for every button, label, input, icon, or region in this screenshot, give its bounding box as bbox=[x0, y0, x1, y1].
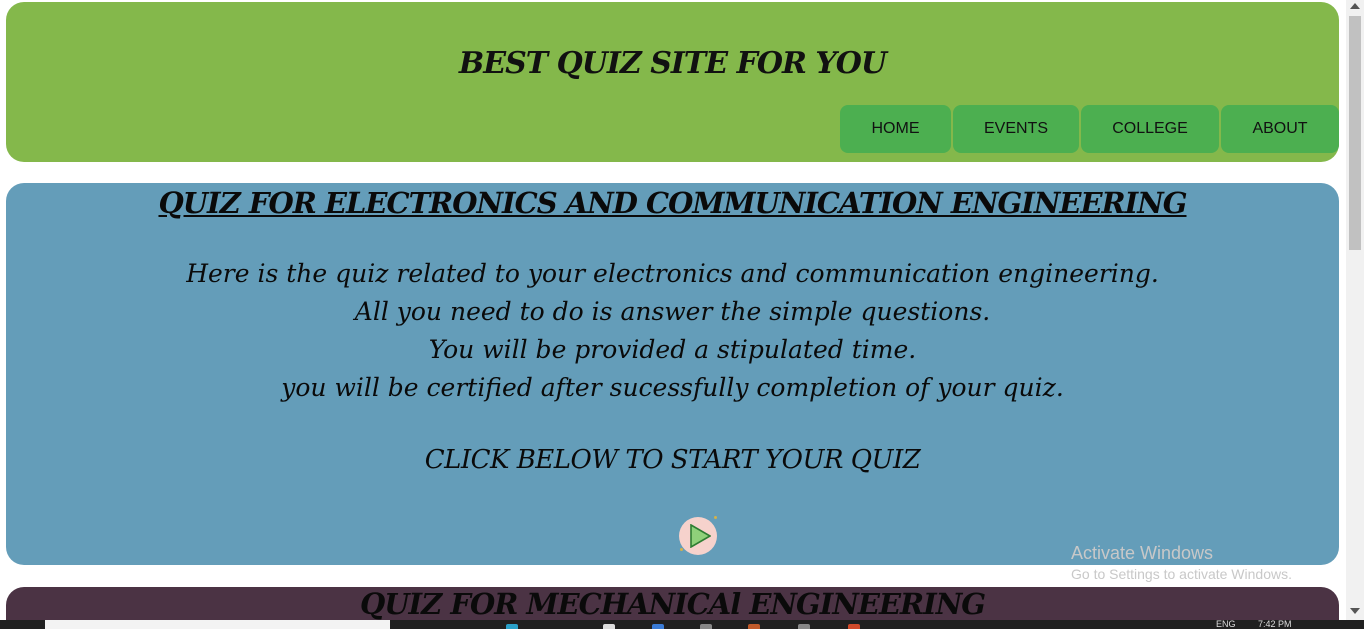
watermark-title: Activate Windows bbox=[1071, 543, 1214, 563]
windows-taskbar: ENG 7:42 PM bbox=[0, 620, 1364, 629]
nav-college-button[interactable]: COLLEGE bbox=[1081, 105, 1219, 153]
site-title: BEST QUIZ SITE FOR YOU bbox=[458, 46, 887, 81]
nav-home-button[interactable]: HOME bbox=[840, 105, 951, 153]
scrollbar-thumb[interactable] bbox=[1349, 16, 1361, 250]
site-header: BEST QUIZ SITE FOR YOU HOME EVENTS COLLE… bbox=[6, 2, 1339, 162]
activate-windows-watermark: Activate Windows Go to Settings to activ… bbox=[1071, 543, 1292, 582]
sparkle-icon bbox=[714, 516, 717, 519]
description-line: You will be provided a stipulated time. bbox=[428, 335, 917, 364]
taskbar-app-icon[interactable] bbox=[700, 624, 712, 629]
start-quiz-cta: CLICK BELOW TO START YOUR QUIZ bbox=[424, 445, 921, 475]
sparkle-icon bbox=[680, 548, 683, 551]
taskbar-clock[interactable]: 7:42 PM bbox=[1258, 620, 1292, 629]
ece-quiz-title: QUIZ FOR ELECTRONICS AND COMMUNICATION E… bbox=[158, 186, 1187, 220]
start-quiz-button[interactable] bbox=[679, 517, 717, 555]
scroll-up-arrow-icon[interactable] bbox=[1350, 3, 1360, 9]
nav-about-button[interactable]: ABOUT bbox=[1221, 105, 1339, 153]
main-nav: HOME EVENTS COLLEGE ABOUT bbox=[838, 105, 1339, 153]
taskbar-app-icon[interactable] bbox=[848, 624, 860, 629]
taskbar-app-icon[interactable] bbox=[506, 624, 518, 629]
taskbar-search-box[interactable] bbox=[45, 620, 390, 629]
description-line: All you need to do is answer the simple … bbox=[354, 297, 991, 326]
watermark-subtitle: Go to Settings to activate Windows. bbox=[1071, 566, 1292, 582]
mech-quiz-title: QUIZ FOR MECHANICAl ENGINEERING bbox=[360, 587, 986, 621]
ece-quiz-card: QUIZ FOR ELECTRONICS AND COMMUNICATION E… bbox=[6, 183, 1339, 565]
description-line: you will be certified after sucessfully … bbox=[281, 373, 1064, 402]
play-icon bbox=[689, 524, 711, 548]
description-line: Here is the quiz related to your electro… bbox=[186, 259, 1159, 288]
taskbar-app-icon[interactable] bbox=[748, 624, 760, 629]
vertical-scrollbar[interactable] bbox=[1346, 0, 1364, 620]
taskbar-app-icon[interactable] bbox=[798, 624, 810, 629]
taskbar-app-icon[interactable] bbox=[652, 624, 664, 629]
taskbar-app-icon[interactable] bbox=[603, 624, 615, 629]
scroll-down-arrow-icon[interactable] bbox=[1350, 608, 1360, 614]
nav-events-button[interactable]: EVENTS bbox=[953, 105, 1079, 153]
taskbar-language[interactable]: ENG bbox=[1216, 620, 1236, 629]
ece-quiz-description: Here is the quiz related to your electro… bbox=[6, 255, 1339, 407]
